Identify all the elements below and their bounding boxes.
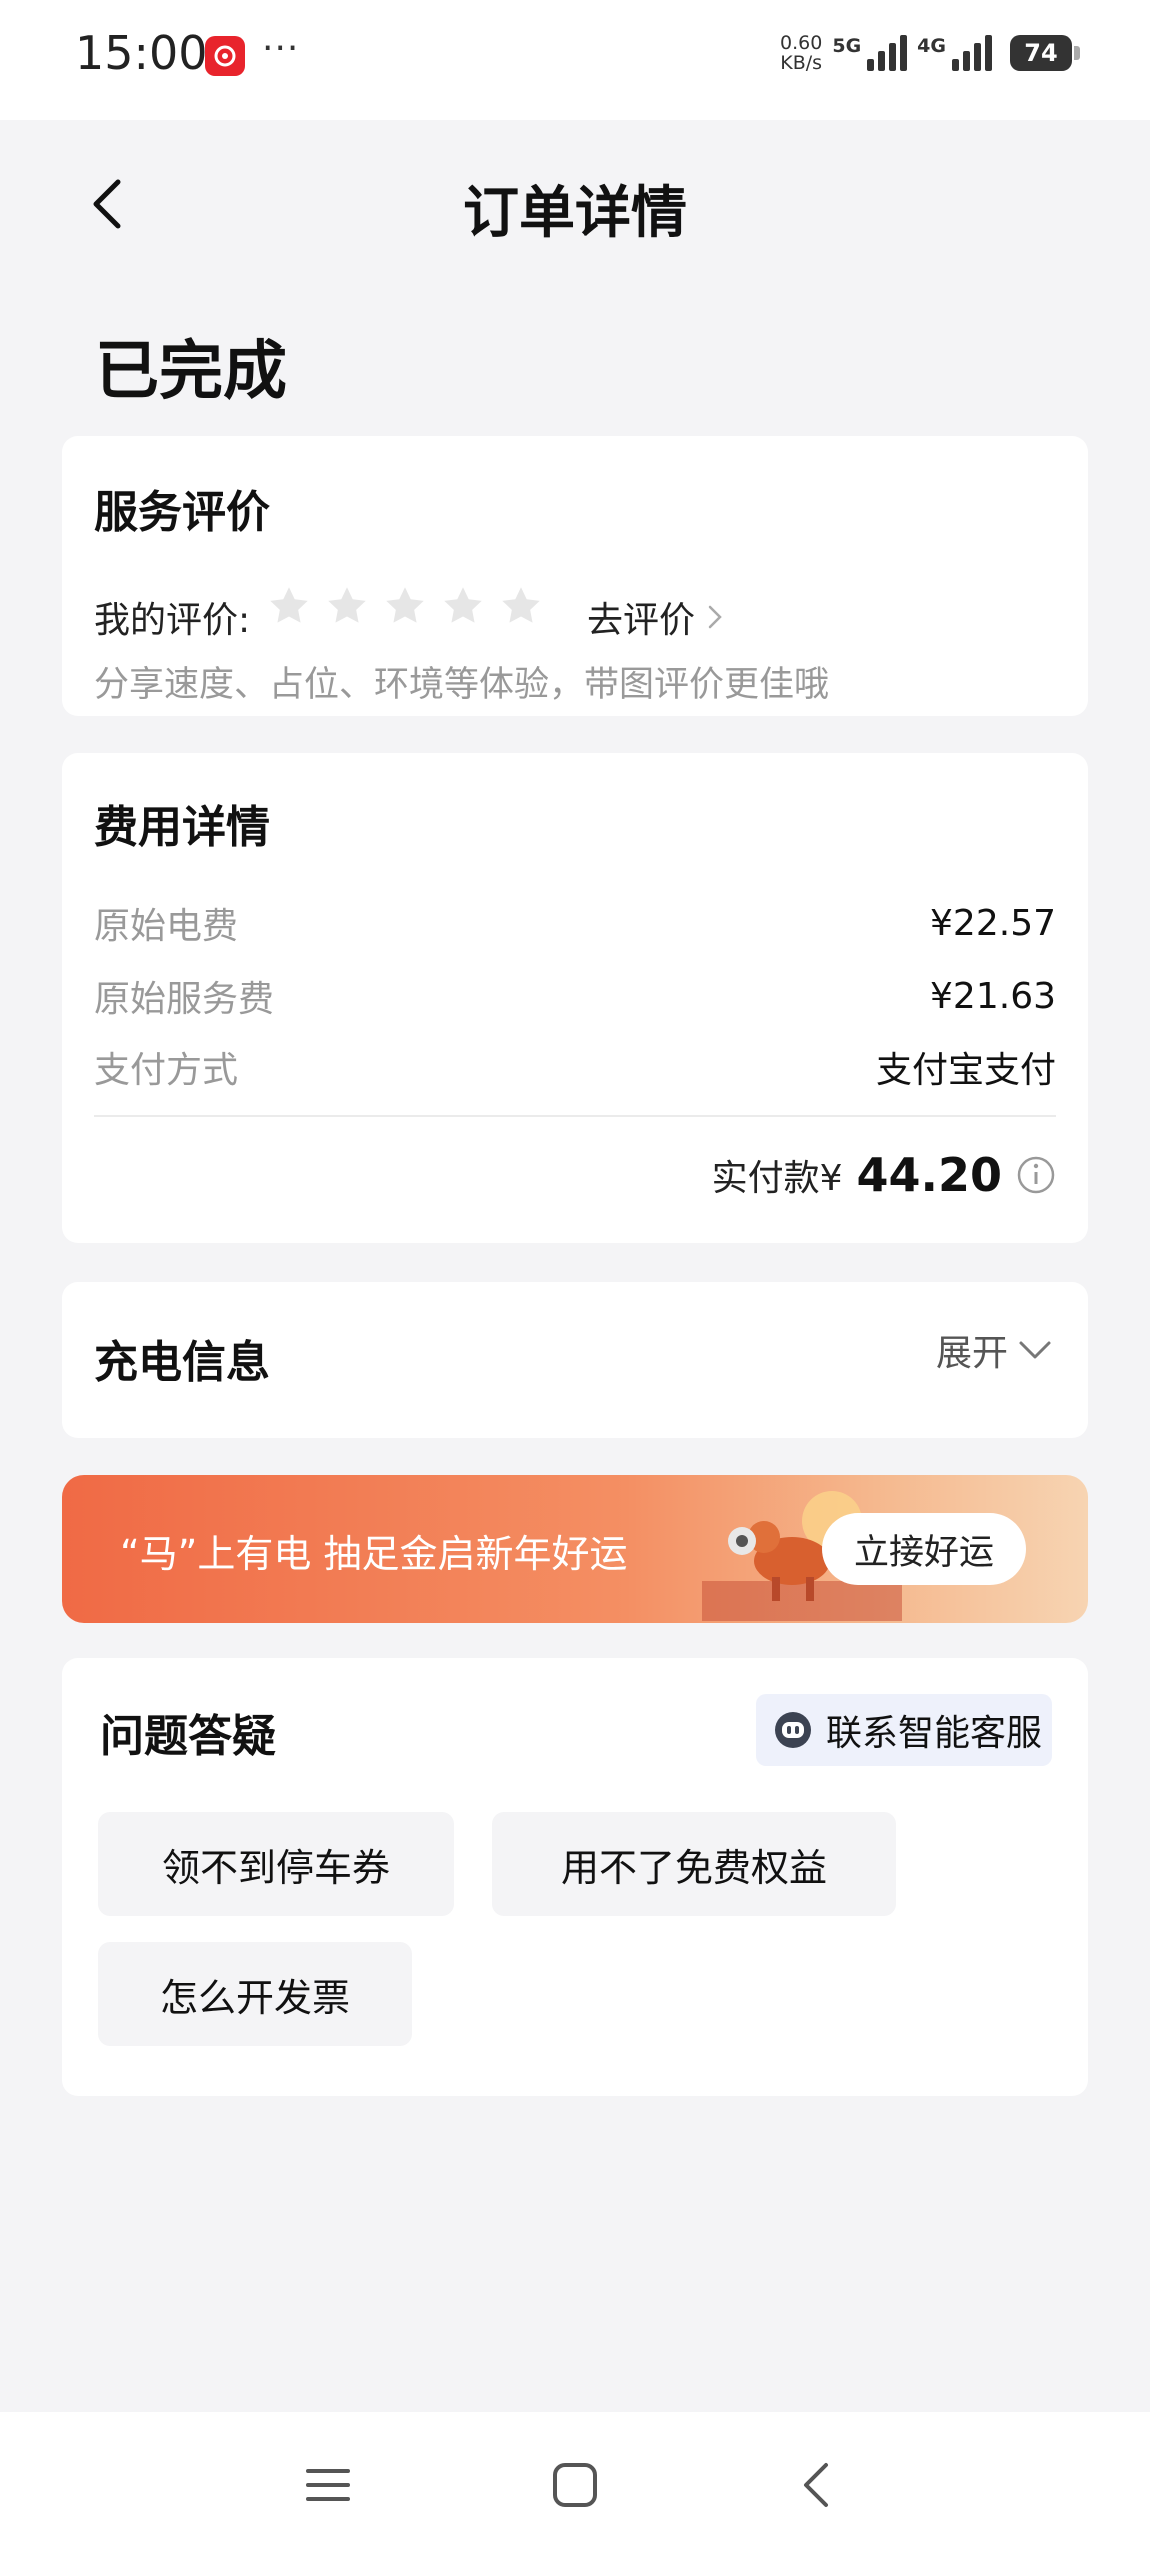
star-icon[interactable] xyxy=(441,584,485,628)
review-hint: 分享速度、占位、环境等体验，带图评价更佳哦 xyxy=(94,665,830,705)
fee-title: 费用详情 xyxy=(94,802,270,853)
fee-value: ¥22.57 xyxy=(930,902,1056,944)
banner-text: “马”上有电 抽足金启新年好运 xyxy=(120,1532,628,1576)
menu-icon[interactable] xyxy=(300,2457,356,2513)
network-speed: 0.60 KB/s xyxy=(780,33,822,73)
promo-banner[interactable]: “马”上有电 抽足金启新年好运 立接好运 xyxy=(62,1475,1088,1623)
more-notifications-icon: ··· xyxy=(262,28,300,69)
system-nav-bar xyxy=(0,2412,1150,2556)
star-icon[interactable] xyxy=(499,584,543,628)
network-type-1: 5G xyxy=(832,35,862,57)
speed-unit: KB/s xyxy=(780,52,823,74)
review-card: 服务评价 我的评价: 去评价 分享速度、占位、环境等体验，带图评价更佳哦 xyxy=(62,436,1088,716)
go-review-link[interactable]: 去评价 xyxy=(587,591,723,643)
faq-chip[interactable]: 领不到停车券 xyxy=(98,1812,454,1916)
chevron-right-icon xyxy=(708,605,722,629)
fee-label: 原始电费 xyxy=(94,906,239,947)
chevron-down-icon xyxy=(1019,1341,1051,1359)
rating-stars[interactable] xyxy=(267,584,543,628)
status-time: 15:00 xyxy=(75,26,208,80)
info-icon[interactable] xyxy=(1016,1155,1056,1195)
star-icon[interactable] xyxy=(383,584,427,628)
star-icon[interactable] xyxy=(267,584,311,628)
page-title: 订单详情 xyxy=(463,181,687,246)
fee-row: 原始电费 ¥22.57 xyxy=(94,898,1056,948)
charging-title: 充电信息 xyxy=(94,1337,270,1388)
contact-label: 联系智能客服 xyxy=(825,1713,1042,1754)
expand-button[interactable]: 展开 xyxy=(936,1324,1052,1376)
expand-label: 展开 xyxy=(935,1333,1008,1374)
network-type-2: 4G xyxy=(917,35,946,57)
signal-5g-icon: 5G xyxy=(832,35,908,71)
app-notification-icon xyxy=(205,36,245,76)
signal-4g-icon: 4G xyxy=(917,35,992,71)
order-status: 已完成 xyxy=(95,335,287,409)
fee-row: 原始服务费 ¥21.63 xyxy=(94,971,1056,1021)
robot-icon xyxy=(774,1712,811,1748)
rating-label: 我的评价: xyxy=(94,600,251,641)
home-icon[interactable] xyxy=(547,2457,603,2513)
fee-card: 费用详情 原始电费 ¥22.57 原始服务费 ¥21.63 支付方式 支付宝支付… xyxy=(62,753,1088,1243)
total-label: 实付款¥ xyxy=(711,1158,843,1199)
total-amount: 44.20 xyxy=(856,1148,1002,1202)
fee-label: 支付方式 xyxy=(94,1050,239,1091)
divider xyxy=(94,1115,1056,1117)
banner-button[interactable]: 立接好运 xyxy=(821,1513,1026,1585)
battery-icon: 74 xyxy=(1010,35,1080,71)
go-review-label: 去评价 xyxy=(587,600,696,641)
charging-card: 充电信息 展开 xyxy=(62,1282,1088,1438)
review-title: 服务评价 xyxy=(94,487,270,538)
faq-card: 问题答疑 联系智能客服 领不到停车券 用不了免费权益 怎么开发票 xyxy=(62,1658,1088,2096)
faq-chip[interactable]: 怎么开发票 xyxy=(98,1942,412,2046)
status-bar: 15:00 ··· 0.60 KB/s 5G 4G 74 xyxy=(0,0,1150,120)
speed-value: 0.60 xyxy=(780,32,823,54)
fee-value: 支付宝支付 xyxy=(875,1050,1056,1091)
fee-value: ¥21.63 xyxy=(930,975,1056,1017)
fee-row: 支付方式 支付宝支付 xyxy=(94,1042,1056,1092)
contact-ai-service-button[interactable]: 联系智能客服 xyxy=(755,1694,1052,1766)
back-nav-icon[interactable] xyxy=(790,2457,846,2513)
faq-title: 问题答疑 xyxy=(100,1711,276,1762)
fee-label: 原始服务费 xyxy=(94,979,275,1020)
star-icon[interactable] xyxy=(325,584,369,628)
total-paid: 实付款¥ 44.20 xyxy=(712,1148,1056,1202)
faq-chip[interactable]: 用不了免费权益 xyxy=(492,1812,896,1916)
